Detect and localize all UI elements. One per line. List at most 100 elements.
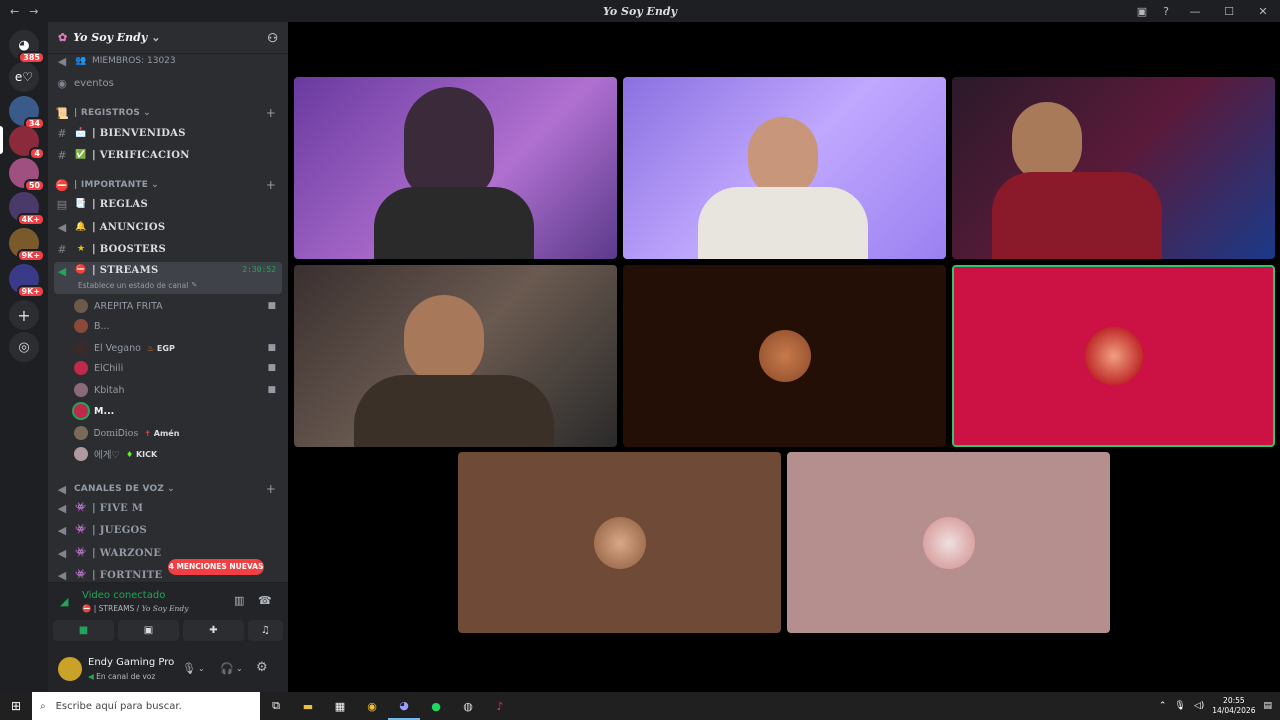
channel-reglas[interactable]: ▤ 📑 | REGLAS	[54, 194, 282, 214]
settings-gear-icon[interactable]: ⚙	[256, 660, 268, 675]
avatar	[74, 299, 88, 313]
new-mentions-pill[interactable]: 4 MENCIONES NUEVAS	[168, 559, 264, 575]
invite-icon[interactable]: ⚇	[267, 31, 278, 45]
events-item[interactable]: ◉ eventos	[54, 74, 282, 92]
participant-avatar	[922, 516, 975, 569]
voice-status[interactable]: Video conectado	[82, 590, 165, 601]
discord-icon[interactable]: ◕	[388, 692, 420, 720]
voice-member[interactable]: AREPITA FRITA ■	[54, 297, 282, 315]
signal-icon[interactable]: ◢	[60, 595, 68, 608]
notifications-icon[interactable]: ▤	[1263, 701, 1272, 711]
windows-start-icon[interactable]: ⊞	[0, 692, 32, 720]
spotify-icon[interactable]: ●	[420, 692, 452, 720]
server-button[interactable]: 9K+	[9, 228, 45, 262]
add-channel-icon[interactable]: +	[266, 106, 276, 120]
add-channel-icon[interactable]: +	[266, 482, 276, 496]
taskbar-search[interactable]: ⌕ Escribe aquí para buscar.	[32, 692, 260, 720]
category-voz[interactable]: ◀ CANALES DE VOZ ⌄ +	[54, 482, 282, 496]
noise-suppression-icon[interactable]: ▥	[234, 594, 244, 607]
server-folder-button[interactable]: 4K+	[9, 192, 45, 226]
channel-label: | VERIFICACION	[92, 149, 190, 161]
microphone-tray-icon[interactable]: 🎙	[1174, 701, 1185, 711]
voice-member[interactable]: B...	[54, 317, 282, 335]
category-registros[interactable]: 📜 | REGISTROS ⌄ +	[54, 106, 282, 120]
video-tile[interactable]	[623, 77, 946, 259]
members-counter: ◀ 👥 MIEMBROS: 13023	[54, 54, 282, 68]
voice-member[interactable]: M...	[54, 402, 282, 420]
system-tray: ⌃ 🎙 ◁) 20:55 14/04/2026 ▤	[1159, 696, 1280, 716]
user-name[interactable]: Endy Gaming Pro	[88, 657, 174, 668]
steam-icon[interactable]: ◍	[452, 692, 484, 720]
screen-share-button[interactable]: ▣	[118, 620, 179, 641]
hash-icon: #	[57, 126, 67, 140]
member-tag: ♨ EGP	[147, 344, 175, 353]
voice-member[interactable]: El Vegano ♨ EGP ■	[54, 339, 282, 357]
server-yo-soy-endy-button[interactable]: 4	[9, 126, 45, 160]
tag-label: EGP	[156, 343, 175, 353]
disconnect-icon[interactable]: ☎	[258, 594, 272, 607]
chevron-down-icon[interactable]: ⌄	[236, 664, 243, 673]
voice-member[interactable]: ᎠomiᎠios ✝ Amén	[54, 424, 282, 442]
add-channel-icon[interactable]: +	[266, 178, 276, 192]
clock[interactable]: 20:55 14/04/2026	[1212, 696, 1255, 716]
server-e-button[interactable]: e♡	[9, 62, 39, 92]
channel-bienvenidas[interactable]: # 📩 | BIENVENIDAS	[54, 123, 282, 143]
forward-arrow-icon[interactable]: →	[29, 5, 38, 18]
chrome-icon[interactable]: ◉	[356, 692, 388, 720]
member-name: 에게♡	[94, 450, 120, 461]
voice-channel-path[interactable]: ⛔ | STREAMS / Yo Soy Endy	[82, 604, 188, 613]
memo-emoji-icon: 📑	[75, 199, 87, 209]
fire-emoji-icon: ♨	[146, 343, 155, 353]
voice-member[interactable]: 에게♡ ♦ KICK	[54, 445, 282, 463]
channel-anuncios[interactable]: ◀ 🔔 | ANUNCIOS	[54, 217, 282, 237]
video-tile[interactable]	[294, 265, 617, 447]
channel-boosters[interactable]: # ★ | BOOSTERS	[54, 239, 282, 259]
voice-channel-juegos[interactable]: ◀ 👾 | JUEGOS	[54, 520, 282, 540]
store-icon[interactable]: ▦	[324, 692, 356, 720]
server-folder-button[interactable]: 34	[9, 96, 45, 130]
file-explorer-icon[interactable]: ▬	[292, 692, 324, 720]
soundboard-button[interactable]: ♫	[248, 620, 283, 641]
video-tile[interactable]	[952, 77, 1275, 259]
server-button[interactable]: 50	[9, 158, 45, 192]
volume-icon[interactable]: ◁)	[1194, 701, 1204, 711]
activities-button[interactable]: ✚	[183, 620, 244, 641]
video-tile-camera-off[interactable]	[623, 265, 946, 447]
tiktok-icon[interactable]: ♪	[484, 692, 516, 720]
microphone-icon[interactable]: 🎙	[182, 662, 196, 675]
video-tile-camera-off[interactable]	[458, 452, 781, 633]
camera-button[interactable]: ■	[53, 620, 114, 641]
member-name: ElChili	[94, 362, 124, 374]
voice-member[interactable]: Kbitah ■	[54, 381, 282, 399]
channel-status-setter[interactable]: Establece un estado de canal ✎	[78, 279, 278, 291]
user-status: ◀ En canal de voz	[88, 672, 155, 681]
task-view-icon[interactable]: ⧉	[260, 692, 292, 720]
headphones-icon[interactable]: 🎧	[220, 662, 234, 675]
video-tile-camera-off[interactable]	[787, 452, 1110, 633]
video-tile[interactable]	[294, 77, 617, 259]
server-header[interactable]: ✿ Yo Soy Endy ⌄ ⚇	[48, 22, 288, 54]
channel-verificacion[interactable]: # ✅ | VERIFICACION	[54, 145, 282, 165]
voice-member[interactable]: ElChili ■	[54, 359, 282, 377]
help-icon[interactable]: ?	[1154, 0, 1178, 22]
voice-channel-five-m[interactable]: ◀ 👾 | FIVE M	[54, 498, 282, 518]
discover-icon[interactable]: ◎	[9, 332, 39, 362]
server-name: Yo Soy Endy	[73, 31, 148, 44]
add-server-icon[interactable]: +	[9, 300, 39, 330]
tray-chevron-up-icon[interactable]: ⌃	[1159, 701, 1167, 711]
video-tile-speaking[interactable]	[952, 265, 1275, 447]
rules-icon: ▤	[56, 197, 68, 211]
server-button[interactable]: 9K+	[9, 264, 45, 298]
inbox-icon[interactable]: ▣	[1130, 0, 1154, 22]
close-button[interactable]: ✕	[1246, 0, 1280, 22]
chevron-down-icon: ⌄	[151, 31, 161, 44]
back-arrow-icon[interactable]: ←	[10, 5, 19, 18]
discord-home-button[interactable]: ◕ 385	[9, 30, 45, 64]
maximize-button[interactable]: ☐	[1212, 0, 1246, 22]
minimize-button[interactable]: —	[1178, 0, 1212, 22]
user-avatar[interactable]	[58, 657, 82, 681]
chevron-down-icon: ⌄	[143, 108, 151, 118]
chevron-down-icon[interactable]: ⌄	[198, 664, 205, 673]
category-importante[interactable]: ⛔ | IMPORTANTE ⌄ +	[54, 178, 282, 192]
alien-emoji-icon: 👾	[75, 570, 87, 580]
